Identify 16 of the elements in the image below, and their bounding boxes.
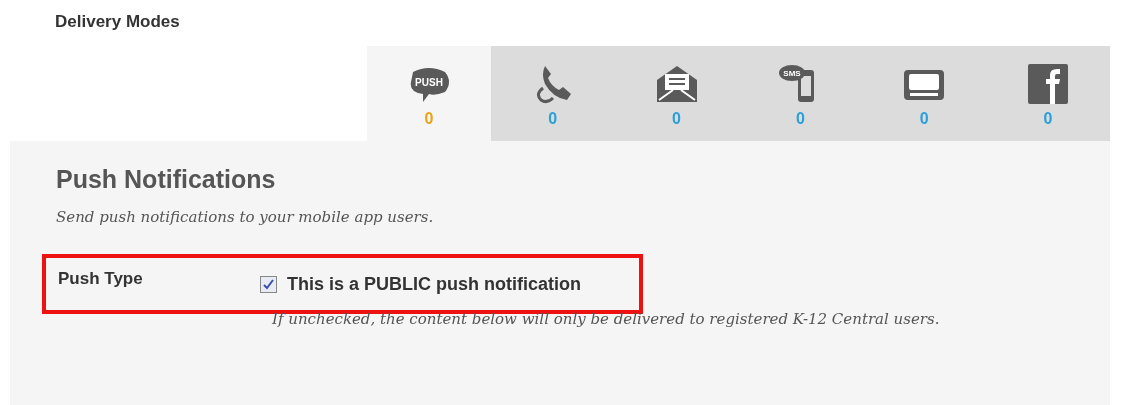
facebook-icon bbox=[1026, 64, 1071, 104]
checkbox[interactable] bbox=[260, 275, 277, 293]
tab-count: 0 bbox=[1043, 110, 1053, 128]
delivery-mode-tab[interactable]: PUSH 0 bbox=[367, 46, 491, 141]
hint-text: If unchecked, the content below will only be delivered to registered K-12 Central users. bbox=[272, 310, 941, 328]
tab-count: 0 bbox=[795, 110, 805, 128]
tab-count: 0 bbox=[672, 110, 681, 128]
tab-count: 0 bbox=[424, 110, 434, 128]
field-label: Push Type bbox=[58, 269, 144, 289]
panel-subtitle: Send push notifications to your mobile app users. bbox=[56, 208, 435, 226]
checkmark-icon bbox=[263, 278, 274, 290]
envelope-icon bbox=[654, 64, 699, 104]
tab-count: 0 bbox=[548, 110, 558, 128]
panel-title: Push Notifications bbox=[56, 165, 277, 194]
section-heading: Delivery Modes bbox=[54, 11, 181, 33]
tab-count: 0 bbox=[919, 110, 929, 128]
